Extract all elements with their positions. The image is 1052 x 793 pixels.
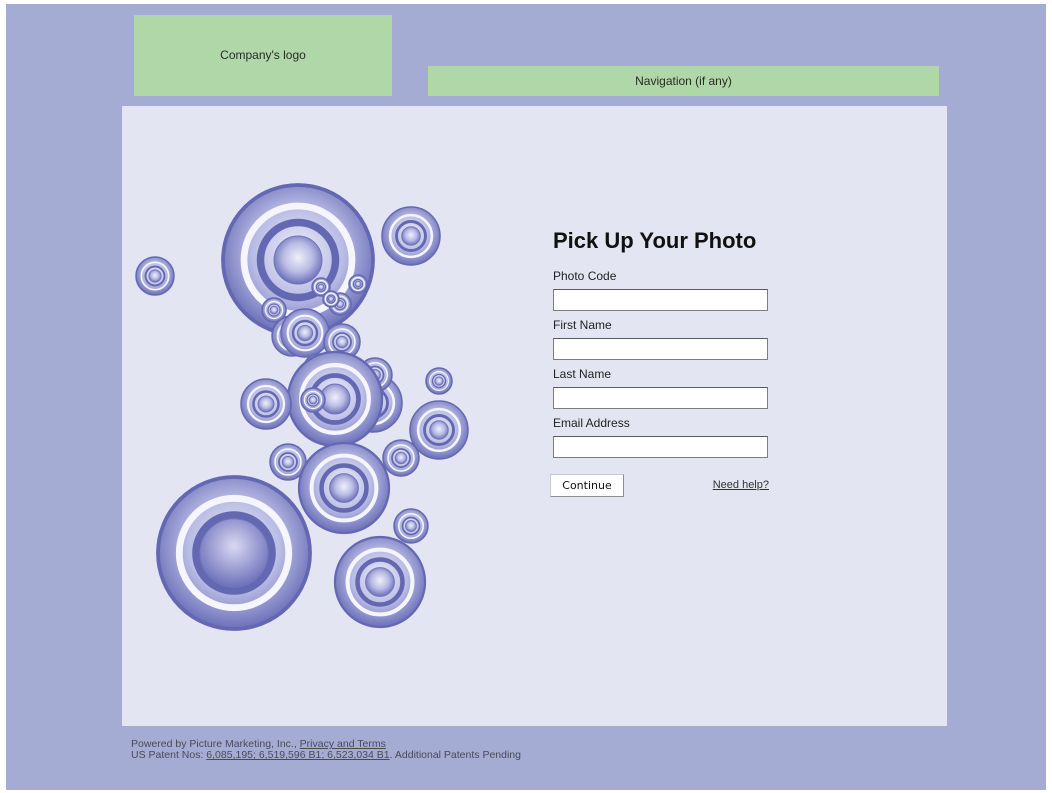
patent-numbers-link[interactable]: 6,085,195; 6,519,596 B1; 6,523,034 B1 <box>206 749 389 761</box>
navigation-text: Navigation (if any) <box>635 74 732 88</box>
decorative-ring-core <box>335 335 349 349</box>
decorative-ring-core <box>401 226 421 246</box>
first-name-label: First Name <box>553 318 612 332</box>
decorative-ring-core <box>257 395 275 413</box>
decorative-ring-core <box>296 324 314 342</box>
photo-code-input[interactable] <box>553 289 768 311</box>
decorative-rings-illustration <box>135 183 469 631</box>
continue-button[interactable]: Continue <box>550 474 624 497</box>
footer: Powered by Picture Marketing, Inc., Priv… <box>131 739 521 761</box>
email-address-input[interactable] <box>553 436 768 458</box>
main-content: Pick Up Your Photo Photo Code First Name… <box>122 106 947 726</box>
decorative-ring-core <box>199 518 269 588</box>
decorative-ring-core <box>329 473 359 503</box>
form-title: Pick Up Your Photo <box>553 228 757 253</box>
decorative-ring-core <box>365 567 395 597</box>
logo-text: Company's logo <box>220 48 306 62</box>
decorative-ring-core <box>317 283 325 291</box>
need-help-link[interactable]: Need help? <box>713 479 769 491</box>
decorative-ring-core <box>434 376 444 386</box>
footer-line-2: US Patent Nos: 6,085,195; 6,519,596 B1; … <box>131 750 521 761</box>
decorative-ring-core <box>327 295 335 303</box>
patent-suffix-text: . Additional Patents Pending <box>389 749 521 761</box>
page-frame: Company's logo Navigation (if any) Pick … <box>6 4 1046 790</box>
decorative-ring-core <box>281 455 295 469</box>
decorative-ring-core <box>429 420 449 440</box>
decorative-ring-core <box>273 235 323 285</box>
email-address-label: Email Address <box>553 416 630 430</box>
decorative-ring-core <box>269 305 279 315</box>
photo-pickup-form: Pick Up Your Photo Photo Code First Name… <box>550 228 793 498</box>
company-logo-placeholder: Company's logo <box>134 15 392 96</box>
decorative-ring-core <box>354 280 362 288</box>
last-name-label: Last Name <box>553 367 612 381</box>
first-name-input[interactable] <box>553 338 768 360</box>
decorative-ring-core <box>394 451 408 465</box>
form-actions: Continue Need help? <box>550 474 769 498</box>
last-name-input[interactable] <box>553 387 768 409</box>
decorative-ring-core <box>308 395 318 405</box>
navigation-placeholder: Navigation (if any) <box>428 66 939 96</box>
decorative-ring-core <box>405 520 417 532</box>
photo-code-label: Photo Code <box>553 269 617 283</box>
decorative-ring-core <box>148 269 162 283</box>
patent-prefix-text: US Patent Nos: <box>131 749 204 761</box>
